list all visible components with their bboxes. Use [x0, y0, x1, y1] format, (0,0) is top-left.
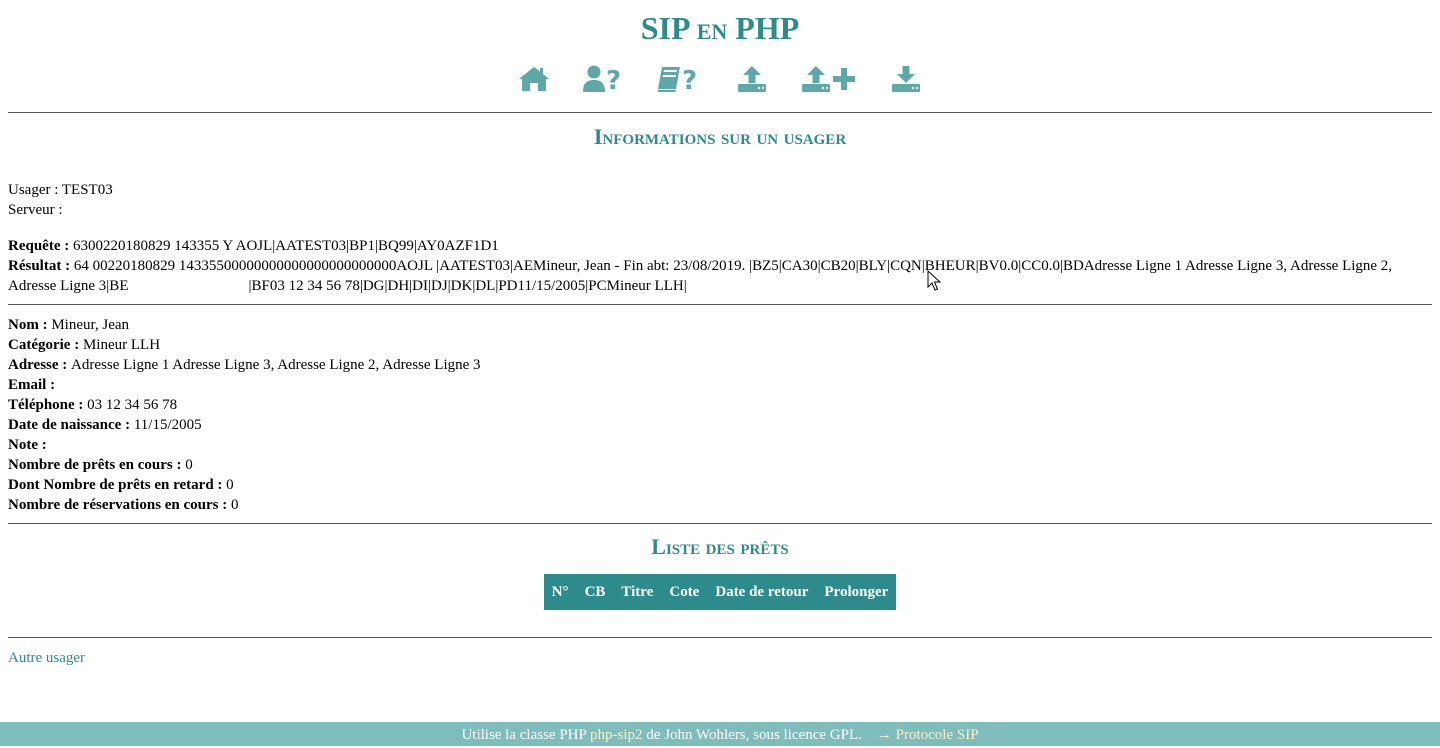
- loans-table-wrap: N° CB Titre Cote Date de retour Prolonge…: [8, 574, 1432, 610]
- renew-icon[interactable]: [800, 59, 858, 99]
- requete-label: Requête :: [8, 238, 73, 254]
- telephone-value: 03 12 34 56 78: [87, 397, 178, 413]
- naissance-line: Date de naissance : 11/15/2005: [8, 415, 1432, 435]
- info-heading: Informations sur un usager: [593, 124, 847, 149]
- serveur-label: Serveur :: [8, 202, 63, 218]
- col-titre: Titre: [621, 584, 654, 600]
- categorie-value: Mineur LLH: [82, 337, 161, 353]
- loans-table: N° CB Titre Cote Date de retour Prolonge…: [543, 574, 897, 610]
- telephone-label: Téléphone :: [8, 397, 88, 413]
- loans-heading: Liste des prêts: [651, 534, 789, 559]
- patron-details: Nom : Mineur, Jean Catégorie : Mineur LL…: [8, 305, 1432, 523]
- book-query-icon[interactable]: ?: [656, 59, 704, 99]
- requete-value: 6300220180829 143355 Y AOJL|AATEST03|BP1…: [72, 238, 499, 254]
- retard-value: 0: [226, 477, 234, 493]
- usager-line: Usager : TEST03: [8, 180, 1432, 200]
- requete-line: Requête : 6300220180829 143355 Y AOJL|AA…: [8, 236, 1432, 256]
- checkout-icon[interactable]: [736, 59, 768, 99]
- adresse-line: Adresse : Adresse Ligne 1 Adresse Ligne …: [8, 355, 1432, 375]
- email-line: Email :: [8, 375, 1432, 395]
- site-title: SIP en PHP: [640, 10, 800, 46]
- footer: Utilise la classe PHP php-sip2 de John W…: [0, 722, 1440, 746]
- retard-line: Dont Nombre de prêts en retard : 0: [8, 475, 1432, 495]
- footer-text-after: de John Wohlers, sous licence GPL.: [642, 727, 862, 743]
- protocol-sip-link[interactable]: → Protocole SIP: [877, 727, 979, 743]
- checkin-icon[interactable]: [890, 59, 922, 99]
- categorie-label: Catégorie :: [8, 337, 83, 353]
- col-cote: Cote: [669, 584, 700, 600]
- reservations-value: 0: [231, 497, 239, 513]
- svg-text:?: ?: [682, 66, 697, 93]
- usager-value: TEST03: [61, 182, 113, 198]
- resultat-value-part2: |BF03 12 34 56 78|DG|DH|DI|DJ|DK|DL|PD11…: [248, 278, 687, 294]
- col-cb: CB: [584, 584, 606, 600]
- nom-value: Mineur, Jean: [51, 317, 130, 333]
- home-icon[interactable]: [518, 59, 550, 99]
- col-date-retour: Date de retour: [715, 584, 809, 600]
- footer-text-before: Utilise la classe PHP: [461, 727, 591, 743]
- naissance-value: 11/15/2005: [133, 417, 202, 433]
- php-sip2-link[interactable]: php-sip2: [590, 727, 643, 743]
- telephone-line: Téléphone : 03 12 34 56 78: [8, 395, 1432, 415]
- adresse-label: Adresse :: [8, 357, 72, 373]
- note-line: Note :: [8, 435, 1432, 455]
- nom-line: Nom : Mineur, Jean: [8, 315, 1432, 335]
- email-label: Email :: [8, 377, 56, 393]
- divider: [8, 637, 1432, 638]
- reservations-label: Nombre de réservations en cours :: [8, 497, 232, 513]
- prets-label: Nombre de prêts en cours :: [8, 457, 186, 473]
- naissance-label: Date de naissance :: [8, 417, 134, 433]
- categorie-line: Catégorie : Mineur LLH: [8, 335, 1432, 355]
- svg-text:?: ?: [606, 66, 621, 93]
- note-label: Note :: [8, 437, 47, 453]
- col-prolonger: Prolonger: [824, 584, 889, 600]
- usager-label: Usager :: [8, 182, 62, 198]
- serveur-line: Serveur :: [8, 200, 1432, 220]
- prets-value: 0: [185, 457, 193, 473]
- adresse-value: Adresse Ligne 1 Adresse Ligne 3, Adresse…: [71, 357, 481, 373]
- user-query-icon[interactable]: ?: [582, 59, 624, 99]
- resultat-line: Résultat : 64 00220180829 14335500000000…: [8, 256, 1432, 304]
- prets-line: Nombre de prêts en cours : 0: [8, 455, 1432, 475]
- nav-icon-bar: ? ?: [8, 54, 1432, 104]
- other-user-link[interactable]: Autre usager: [8, 648, 85, 668]
- mouse-cursor-icon: [927, 270, 941, 291]
- loans-header-row: N° CB Titre Cote Date de retour Prolonge…: [544, 574, 897, 610]
- retard-label: Dont Nombre de prêts en retard :: [8, 477, 227, 493]
- nom-label: Nom :: [8, 317, 52, 333]
- redacted-area: [128, 279, 249, 294]
- reservations-line: Nombre de réservations en cours : 0: [8, 495, 1432, 515]
- col-number: N°: [551, 584, 569, 600]
- resultat-label: Résultat :: [8, 258, 74, 274]
- request-section: Usager : TEST03 Serveur : Requête : 6300…: [8, 160, 1432, 304]
